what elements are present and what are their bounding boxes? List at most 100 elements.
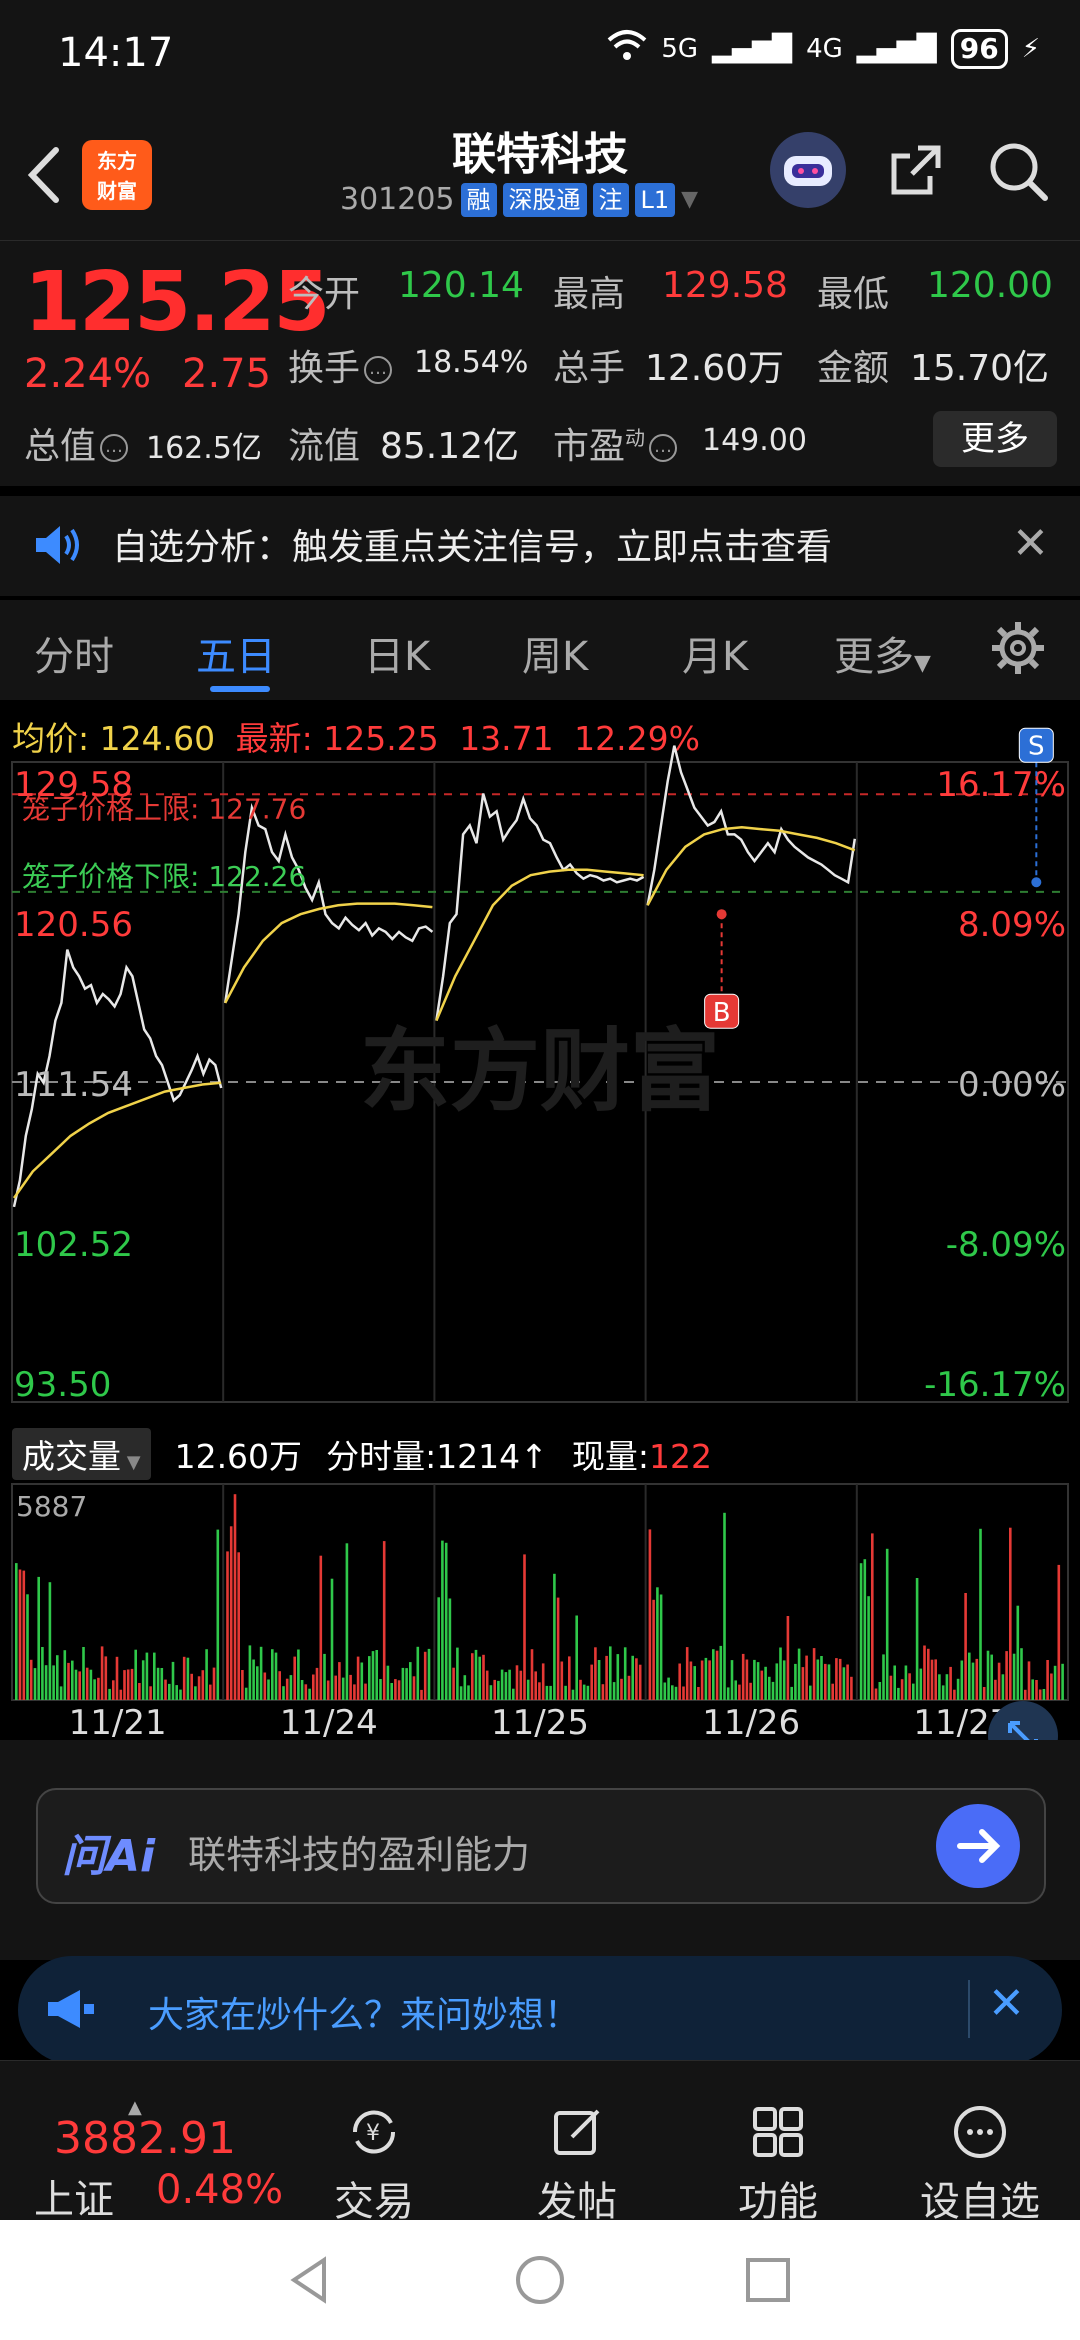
volume-header: 成交量 ▼ 12.60万 分时量:1214↑ 现量:122 <box>12 1428 712 1480</box>
five-day-chart[interactable]: 均价: 124.60 最新: 125.25 13.71 12.29% 东方财富 1… <box>0 700 1080 1771</box>
volume-bar <box>949 1666 952 1700</box>
low-value: 120.00 <box>927 265 1053 306</box>
analysis-notice[interactable]: 自选分析：触发重点关注信号，立即点击查看 ✕ <box>0 496 1080 596</box>
volume-bar <box>168 1683 171 1700</box>
close-icon[interactable]: ✕ <box>988 1978 1025 2029</box>
system-nav-bar <box>0 2220 1080 2340</box>
volume-bar <box>463 1675 467 1700</box>
volume-bar <box>194 1686 197 1700</box>
volume-bar <box>74 1669 78 1700</box>
index-name: 上证 <box>34 2177 114 2223</box>
marker-sell-label: S <box>1028 731 1045 761</box>
eastmoney-logo[interactable]: 东方 财富 <box>82 140 152 210</box>
info-icon[interactable]: … <box>364 356 393 384</box>
nav-functions[interactable]: 功能 <box>718 2103 838 2227</box>
nav-post[interactable]: 发帖 <box>517 2103 637 2227</box>
recents-nav-icon[interactable] <box>744 2256 792 2308</box>
volume-bar <box>530 1649 534 1700</box>
search-icon[interactable] <box>985 138 1051 204</box>
volume-bar <box>456 1647 459 1700</box>
volume-bar <box>1027 1661 1031 1700</box>
float-label: 流值 <box>288 426 361 467</box>
volume-bar <box>1042 1689 1046 1700</box>
volume-bar <box>375 1650 378 1700</box>
volume-bar <box>160 1668 164 1700</box>
nav-add-watchlist[interactable]: 设自选 <box>920 2103 1040 2227</box>
volume-max-label: 5887 <box>16 1490 87 1523</box>
mktcap-value: 162.5亿 <box>146 431 262 466</box>
tab-five-day[interactable]: 五日 <box>196 624 276 682</box>
tab-more[interactable]: 更多▼ <box>834 624 931 682</box>
ai-logo: 问Ai <box>62 1831 156 1882</box>
volume-bar <box>805 1655 808 1700</box>
volume-bar <box>1031 1679 1034 1700</box>
tab-daily-k[interactable]: 日K <box>364 624 430 682</box>
volume-bar <box>201 1670 205 1700</box>
amount-label: 金额 <box>817 348 890 389</box>
volume-selector[interactable]: 成交量 ▼ <box>12 1428 151 1480</box>
volume-bar <box>812 1648 816 1700</box>
volume-bar <box>186 1657 190 1700</box>
nav-trade[interactable]: ¥ 交易 <box>314 2103 434 2227</box>
close-icon[interactable]: ✕ <box>1012 518 1049 569</box>
back-nav-icon[interactable] <box>284 2254 336 2310</box>
tab-monthly-k[interactable]: 月K <box>682 624 748 682</box>
volume-bar <box>37 1576 40 1700</box>
ai-query-box[interactable]: 问Ai 联特科技的盈利能力 <box>36 1788 1046 1904</box>
volume-bar <box>345 1543 349 1700</box>
volume-bar <box>197 1676 201 1700</box>
share-icon[interactable] <box>886 140 946 200</box>
speaker-icon <box>32 522 82 572</box>
chart-tabs: 分时 五日 日K 周K 月K 更多▼ <box>0 600 1080 700</box>
volume-bar <box>315 1667 319 1700</box>
volume-bar <box>930 1659 934 1700</box>
pe-value: 149.00 <box>702 423 807 458</box>
volume-bar <box>471 1653 474 1700</box>
volume-bar <box>401 1667 405 1700</box>
info-icon[interactable]: … <box>649 434 678 462</box>
volume-bar <box>141 1660 145 1700</box>
volume-bar <box>112 1680 115 1700</box>
back-button[interactable] <box>20 140 70 210</box>
y-tick-right: -16.17% <box>924 1365 1066 1405</box>
info-icon[interactable]: … <box>100 434 129 462</box>
volume-bar <box>248 1645 252 1700</box>
turnover-value: 18.54% <box>414 345 529 380</box>
tag-l1: L1 <box>634 182 676 217</box>
stock-code-row[interactable]: 301205 融 深股通 注 L1 ▼ <box>340 182 698 217</box>
more-quote-button[interactable]: 更多 <box>933 411 1057 467</box>
volume-label: 总手 <box>553 348 626 389</box>
tab-weekly-k[interactable]: 周K <box>522 624 588 682</box>
assistant-robot-icon[interactable] <box>770 132 846 208</box>
volume-bar <box>682 1686 685 1700</box>
y-tick-right: 8.09% <box>958 905 1066 945</box>
home-nav-icon[interactable] <box>514 2254 566 2310</box>
volume-bar <box>779 1647 782 1700</box>
volume-bar <box>390 1683 393 1700</box>
volume-bar <box>941 1685 945 1700</box>
tab-intraday[interactable]: 分时 <box>34 624 114 682</box>
volume-bar <box>182 1656 186 1700</box>
notice-text: 自选分析：触发重点关注信号，立即点击查看 <box>112 527 833 568</box>
volume-bar <box>497 1680 500 1700</box>
volume-bar <box>256 1666 259 1700</box>
volume-bar <box>697 1687 700 1700</box>
index-value[interactable]: 3882.91 <box>54 2113 236 2164</box>
gear-icon[interactable] <box>990 620 1046 680</box>
discuss-banner[interactable]: 大家在炒什么？来问妙想！ ✕ <box>18 1956 1062 2064</box>
volume-bar <box>594 1647 597 1700</box>
volume-bar <box>508 1669 511 1700</box>
volume-bar <box>123 1670 126 1700</box>
volume-bar <box>786 1616 790 1700</box>
amount-value: 15.70亿 <box>910 348 1050 389</box>
volume-bar <box>994 1679 997 1700</box>
volume-bar <box>29 1659 33 1700</box>
volume-bar <box>1038 1689 1042 1700</box>
volume-bar <box>771 1681 775 1700</box>
send-button[interactable] <box>936 1804 1020 1888</box>
volume-bar <box>323 1653 326 1700</box>
volume-bar <box>104 1656 108 1700</box>
volume-bar <box>893 1665 896 1700</box>
volume-bar <box>452 1667 455 1700</box>
volume-bar <box>237 1552 240 1700</box>
